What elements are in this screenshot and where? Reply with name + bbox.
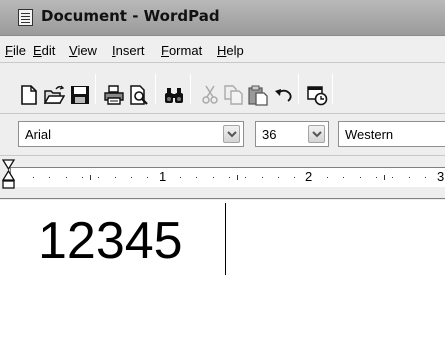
format-bar: Arial 36 Western bbox=[0, 115, 445, 156]
wordpad-window: Document - WordPad File Edit View Insert… bbox=[0, 0, 445, 341]
ruler[interactable]: 1 2 3 bbox=[0, 157, 445, 199]
toolbar-separator bbox=[190, 74, 191, 104]
copy-icon[interactable] bbox=[223, 84, 245, 106]
font-name-value: Arial bbox=[25, 127, 52, 142]
menu-format[interactable]: Format bbox=[161, 43, 202, 58]
indent-markers[interactable] bbox=[2, 159, 16, 197]
document-text[interactable]: 12345 bbox=[38, 209, 183, 273]
menu-file[interactable]: File bbox=[5, 43, 26, 58]
menu-edit[interactable]: Edit bbox=[33, 43, 55, 58]
print-preview-icon[interactable] bbox=[128, 84, 150, 106]
menu-bar: File Edit View Insert Format Help bbox=[0, 37, 445, 63]
ruler-number: 2 bbox=[305, 169, 313, 184]
font-size-value: 36 bbox=[262, 127, 277, 142]
first-line-indent-marker bbox=[2, 159, 16, 171]
toolbar-separator bbox=[298, 74, 299, 104]
print-icon[interactable] bbox=[103, 84, 125, 106]
font-size-dropdown-button[interactable] bbox=[308, 125, 325, 143]
script-combobox[interactable]: Western bbox=[338, 121, 445, 147]
ruler-number: 1 bbox=[159, 169, 167, 184]
toolbar bbox=[0, 64, 445, 114]
ruler-strip: 1 2 3 bbox=[10, 167, 445, 187]
open-icon[interactable] bbox=[43, 84, 65, 106]
font-name-dropdown-button[interactable] bbox=[223, 125, 240, 143]
font-size-combobox[interactable]: 36 bbox=[255, 121, 329, 147]
new-icon[interactable] bbox=[18, 84, 40, 106]
menu-view[interactable]: View bbox=[69, 43, 97, 58]
paste-icon[interactable] bbox=[247, 84, 269, 106]
toolbar-separator bbox=[155, 74, 156, 104]
ruler-number: 3 bbox=[437, 169, 445, 184]
toolbar-separator bbox=[332, 74, 333, 104]
menu-insert[interactable]: Insert bbox=[112, 43, 145, 58]
left-indent-marker bbox=[2, 180, 15, 189]
undo-icon[interactable] bbox=[272, 84, 294, 106]
ruler-ticks bbox=[33, 175, 426, 180]
document-area[interactable]: 12345 bbox=[0, 200, 445, 341]
wordpad-app-icon[interactable] bbox=[18, 9, 33, 26]
toolbar-separator bbox=[95, 74, 96, 104]
menu-help[interactable]: Help bbox=[217, 43, 244, 58]
chevron-down-icon bbox=[227, 131, 237, 138]
hanging-indent-marker bbox=[2, 169, 16, 181]
script-value: Western bbox=[345, 127, 394, 142]
chevron-down-icon bbox=[312, 131, 322, 138]
save-icon[interactable] bbox=[69, 84, 91, 106]
title-bar[interactable]: Document - WordPad bbox=[0, 0, 445, 36]
font-name-combobox[interactable]: Arial bbox=[18, 121, 244, 147]
cut-icon[interactable] bbox=[199, 84, 221, 106]
text-caret bbox=[225, 203, 226, 275]
window-title: Document - WordPad bbox=[41, 7, 220, 25]
find-icon[interactable] bbox=[163, 84, 185, 106]
date-time-icon[interactable] bbox=[306, 84, 328, 106]
